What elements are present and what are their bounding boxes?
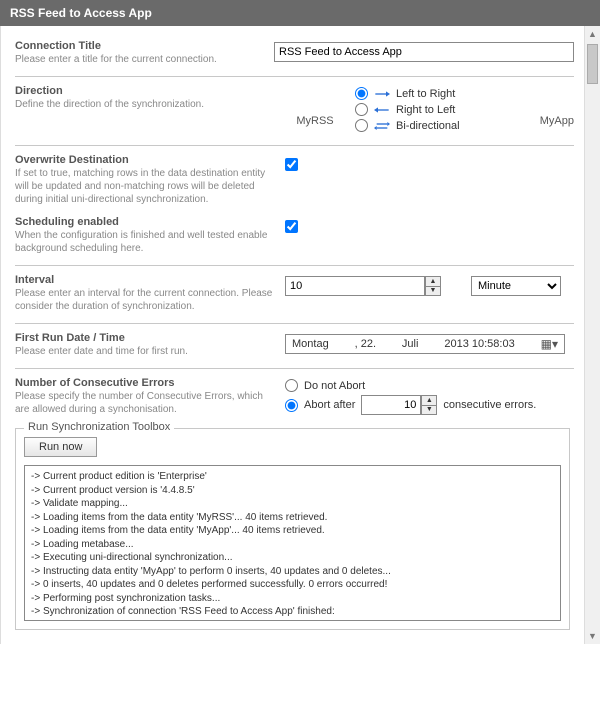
run-now-button[interactable]: Run now — [24, 437, 97, 457]
firstrun-desc: Please enter date and time for first run… — [15, 345, 275, 358]
arrow-right-icon — [374, 88, 390, 100]
interval-desc: Please enter an interval for the current… — [15, 287, 275, 313]
errors-suffix: consecutive errors. — [443, 399, 536, 411]
direction-radio-bi[interactable] — [355, 119, 368, 132]
scheduling-label: Scheduling enabled — [15, 216, 275, 228]
direction-target: MyApp — [514, 87, 574, 127]
vertical-scrollbar[interactable]: ▲ ▼ — [584, 26, 600, 644]
form-content: Connection Title Please enter a title fo… — [1, 26, 600, 644]
log-line: -> Current product version is '4.4.8.5' — [31, 484, 554, 498]
log-line: -> 0 inserts, 40 updates and 0 deletes p… — [31, 578, 554, 592]
log-line: -> Loading metabase... — [31, 538, 554, 552]
errors-noabort-radio[interactable] — [285, 379, 298, 392]
firstrun-datetime[interactable]: Montag , 22. Juli 2013 10:58:03 ▦▾ — [285, 334, 565, 354]
firstrun-label: First Run Date / Time — [15, 332, 275, 344]
sync-toolbox-group: Run Synchronization Toolbox Run now -> C… — [15, 428, 570, 630]
log-line: -> Instructing data entity 'MyApp' to pe… — [31, 565, 554, 579]
errors-abort-label: Abort after — [304, 399, 355, 411]
calendar-icon[interactable]: ▦▾ — [541, 337, 558, 351]
window-title: RSS Feed to Access App — [0, 0, 600, 26]
errors-noabort-option[interactable]: Do not Abort — [285, 379, 574, 392]
interval-spin-down[interactable]: ▼ — [425, 286, 441, 297]
arrow-left-icon — [374, 104, 390, 116]
direction-option-ltr[interactable]: Left to Right — [355, 87, 504, 100]
errors-label: Number of Consecutive Errors — [15, 377, 275, 389]
errors-spin-up[interactable]: ▲ — [421, 395, 437, 405]
scheduling-checkbox[interactable] — [285, 220, 298, 233]
direction-option-bi[interactable]: Bi-directional — [355, 119, 504, 132]
interval-label: Interval — [15, 274, 275, 286]
log-line: -> Validate mapping... — [31, 497, 554, 511]
overwrite-desc: If set to true, matching rows in the dat… — [15, 167, 275, 206]
direction-desc: Define the direction of the synchronizat… — [15, 98, 275, 111]
log-line: -> Current product edition is 'Enterpris… — [31, 470, 554, 484]
conn-title-input[interactable] — [274, 42, 574, 62]
log-line: -> Loading items from the data entity 'M… — [31, 524, 554, 538]
direction-option-rtl[interactable]: Right to Left — [355, 103, 504, 116]
interval-input[interactable] — [285, 276, 425, 296]
overwrite-checkbox[interactable] — [285, 158, 298, 171]
log-line: -> Synchronization of connection 'RSS Fe… — [31, 605, 554, 619]
arrow-bidir-icon — [374, 120, 390, 132]
scroll-thumb[interactable] — [587, 44, 598, 84]
direction-radio-ltr[interactable] — [355, 87, 368, 100]
conn-title-label: Connection Title — [15, 40, 264, 52]
direction-source: MyRSS — [285, 87, 345, 127]
errors-desc: Please specify the number of Consecutive… — [15, 390, 275, 416]
scheduling-desc: When the configuration is finished and w… — [15, 229, 275, 255]
log-line: -> Executing uni-directional synchroniza… — [31, 551, 554, 565]
sync-toolbox-title: Run Synchronization Toolbox — [24, 421, 174, 433]
log-line: -> Loading items from the data entity 'M… — [31, 511, 554, 525]
scroll-down-icon[interactable]: ▼ — [585, 628, 600, 644]
errors-spin-down[interactable]: ▼ — [421, 405, 437, 416]
interval-spin-up[interactable]: ▲ — [425, 276, 441, 286]
interval-unit-select[interactable]: Minute — [471, 276, 561, 296]
errors-count-input[interactable] — [361, 395, 421, 415]
log-line: -> 0 records were already up-to-date, 40… — [31, 619, 554, 622]
direction-radio-rtl[interactable] — [355, 103, 368, 116]
scroll-up-icon[interactable]: ▲ — [585, 26, 600, 42]
conn-title-desc: Please enter a title for the current con… — [15, 53, 264, 66]
overwrite-label: Overwrite Destination — [15, 154, 275, 166]
sync-log-output[interactable]: -> Current product edition is 'Enterpris… — [24, 465, 561, 621]
errors-abort-radio[interactable] — [285, 399, 298, 412]
direction-label: Direction — [15, 85, 275, 97]
log-line: -> Performing post synchronization tasks… — [31, 592, 554, 606]
